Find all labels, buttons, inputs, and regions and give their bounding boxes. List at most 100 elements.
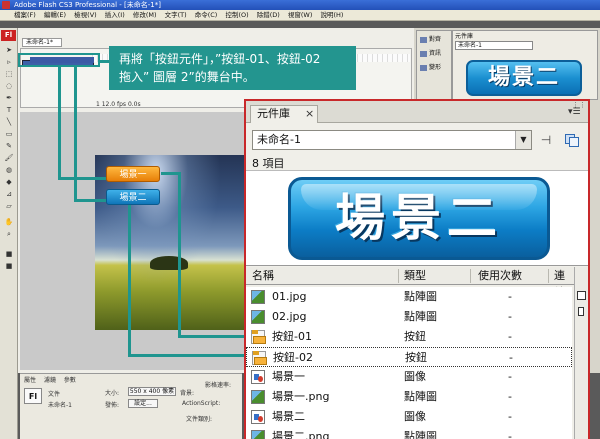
library-tab[interactable]: 元件庫 ×	[250, 105, 318, 123]
selection-tool-icon[interactable]: ➤	[4, 46, 14, 54]
row-name: 場景一	[272, 370, 305, 383]
props-as-label: ActionScript:	[182, 400, 221, 407]
tab-filters[interactable]: 濾鏡	[44, 377, 56, 384]
stage-button-scene-two[interactable]: 場景二	[106, 189, 160, 205]
column-name[interactable]: 名稱	[252, 267, 274, 284]
eyedropper-tool-icon[interactable]: ⊿	[4, 190, 14, 198]
stage-button-scene-one[interactable]: 場景一	[106, 166, 160, 182]
new-library-panel-icon[interactable]	[564, 132, 580, 148]
menu-control[interactable]: 控制(O)	[225, 11, 248, 19]
text-tool-icon[interactable]: T	[4, 106, 14, 114]
graphic-symbol-icon	[251, 370, 265, 384]
row-name: 01.jpg	[272, 290, 307, 303]
menu-view[interactable]: 檢視(V)	[74, 11, 97, 19]
row-type: 按鈕	[405, 351, 427, 364]
menu-modify[interactable]: 修改(M)	[133, 11, 157, 19]
row-type: 點陣圖	[404, 430, 437, 439]
column-type[interactable]: 類型	[404, 267, 426, 284]
eraser-tool-icon[interactable]: ▱	[4, 202, 14, 210]
close-icon[interactable]: ×	[305, 106, 314, 122]
connector-line	[74, 67, 77, 201]
library-row[interactable]: 01.jpg 點陣圖 -	[246, 287, 572, 307]
menu-file[interactable]: 檔案(F)	[14, 11, 36, 19]
line-tool-icon[interactable]: ╲	[4, 118, 14, 126]
library-row[interactable]: 場景一 圖像 -	[246, 367, 572, 387]
row-name: 按鈕-01	[272, 330, 312, 343]
docked-library-tab[interactable]: 元件庫	[455, 31, 473, 40]
bitmap-icon	[251, 310, 265, 324]
narrow-view-icon[interactable]	[578, 307, 584, 316]
column-divider[interactable]	[548, 269, 549, 283]
lasso-tool-icon[interactable]: ◌	[4, 82, 14, 90]
free-transform-tool-icon[interactable]: ⬚	[4, 70, 14, 78]
tab-properties[interactable]: 屬性	[24, 377, 36, 384]
zoom-tool-icon[interactable]: ⌕	[4, 230, 14, 238]
bitmap-icon	[251, 430, 265, 439]
button-shine	[301, 184, 537, 210]
menu-debug[interactable]: 除錯(D)	[257, 11, 280, 19]
ink-bottle-tool-icon[interactable]: ◍	[4, 166, 14, 174]
connector-line	[58, 67, 61, 179]
fill-color-icon[interactable]: ■	[4, 262, 14, 270]
connector-line	[128, 354, 248, 357]
row-name: 02.jpg	[272, 310, 307, 323]
library-column-header: 名稱 類型 使用次數 連結	[246, 267, 574, 299]
timeline-status: 1 12.0 fps 0.0s	[96, 101, 141, 108]
connector-line	[100, 60, 109, 63]
pin-library-icon[interactable]: ⊣	[538, 132, 554, 148]
library-tab-label: 元件庫	[257, 107, 290, 120]
button-symbol-icon	[251, 330, 266, 344]
menu-commands[interactable]: 命令(C)	[195, 11, 218, 19]
menu-window[interactable]: 視窗(W)	[288, 11, 313, 19]
docked-library-select[interactable]: 未命名-1	[455, 41, 533, 50]
wide-view-icon[interactable]	[577, 291, 586, 300]
library-row[interactable]: 場景二 圖像 -	[246, 407, 572, 427]
library-row-selected[interactable]: 按鈕-02 按鈕 -	[246, 347, 572, 367]
menu-insert[interactable]: 插入(I)	[105, 11, 125, 19]
row-type: 點陣圖	[404, 310, 437, 323]
flash-logo: Fl	[1, 30, 16, 41]
row-uses: -	[508, 290, 512, 303]
column-use-count[interactable]: 使用次數	[478, 267, 522, 284]
props-class-label: 文件類別:	[186, 416, 213, 423]
props-kind: 文件	[48, 391, 61, 398]
menu-edit[interactable]: 編輯(E)	[44, 11, 66, 19]
rectangle-tool-icon[interactable]: ▭	[4, 130, 14, 138]
menu-text[interactable]: 文字(T)	[165, 11, 187, 19]
library-document-select[interactable]: 未命名-1 ▼	[252, 130, 532, 150]
row-type: 圖像	[404, 410, 426, 423]
document-size-button[interactable]: 550 x 400 像素	[128, 387, 176, 396]
document-tab[interactable]: 未命名-1*	[22, 38, 62, 47]
publish-settings-button[interactable]: 設定...	[128, 399, 158, 408]
chevron-down-icon[interactable]: ▼	[515, 131, 531, 149]
props-size-label: 大小:	[105, 390, 120, 397]
menu-bar: 檔案(F) 編輯(E) 檢視(V) 插入(I) 修改(M) 文字(T) 命令(C…	[0, 10, 600, 21]
library-row[interactable]: 場景一.png 點陣圖 -	[246, 387, 572, 407]
panel-transform[interactable]: 變形	[420, 63, 450, 73]
subselect-tool-icon[interactable]: ▹	[4, 58, 14, 66]
instruction-callout: 再將「按鈕元件」，”按鈕-01、按鈕-02 拖入” 圖層 2”的舞台中。	[109, 46, 356, 90]
hand-tool-icon[interactable]: ✋	[4, 218, 14, 226]
connector-line	[178, 172, 181, 338]
panel-menu-icon[interactable]: ▾☰	[568, 107, 582, 117]
column-divider[interactable]	[470, 269, 471, 283]
library-preview-button: 場景二	[288, 177, 550, 260]
library-row[interactable]: 02.jpg 點陣圖 -	[246, 307, 572, 327]
connector-line	[178, 335, 248, 338]
stroke-color-icon[interactable]: ■	[4, 250, 14, 258]
library-row[interactable]: 場景二.png 點陣圖 -	[246, 427, 572, 439]
panel-align[interactable]: 對齊	[420, 35, 450, 45]
library-row[interactable]: 按鈕-01 按鈕 -	[246, 327, 572, 347]
menu-help[interactable]: 說明(H)	[320, 11, 343, 19]
tab-parameters[interactable]: 參數	[64, 377, 76, 384]
brush-tool-icon[interactable]: 🖌	[4, 154, 14, 162]
pen-tool-icon[interactable]: ✒	[4, 94, 14, 102]
window-titlebar: Adobe Flash CS3 Professional - [未命名-1*]	[0, 0, 600, 10]
paint-bucket-tool-icon[interactable]: ◆	[4, 178, 14, 186]
library-document-value: 未命名-1	[257, 133, 301, 146]
panel-info[interactable]: 資訊	[420, 49, 450, 59]
pencil-tool-icon[interactable]: ✎	[4, 142, 14, 150]
docked-library-preview: 場景二	[466, 60, 582, 96]
row-uses: -	[508, 410, 512, 423]
column-divider[interactable]	[398, 269, 399, 283]
